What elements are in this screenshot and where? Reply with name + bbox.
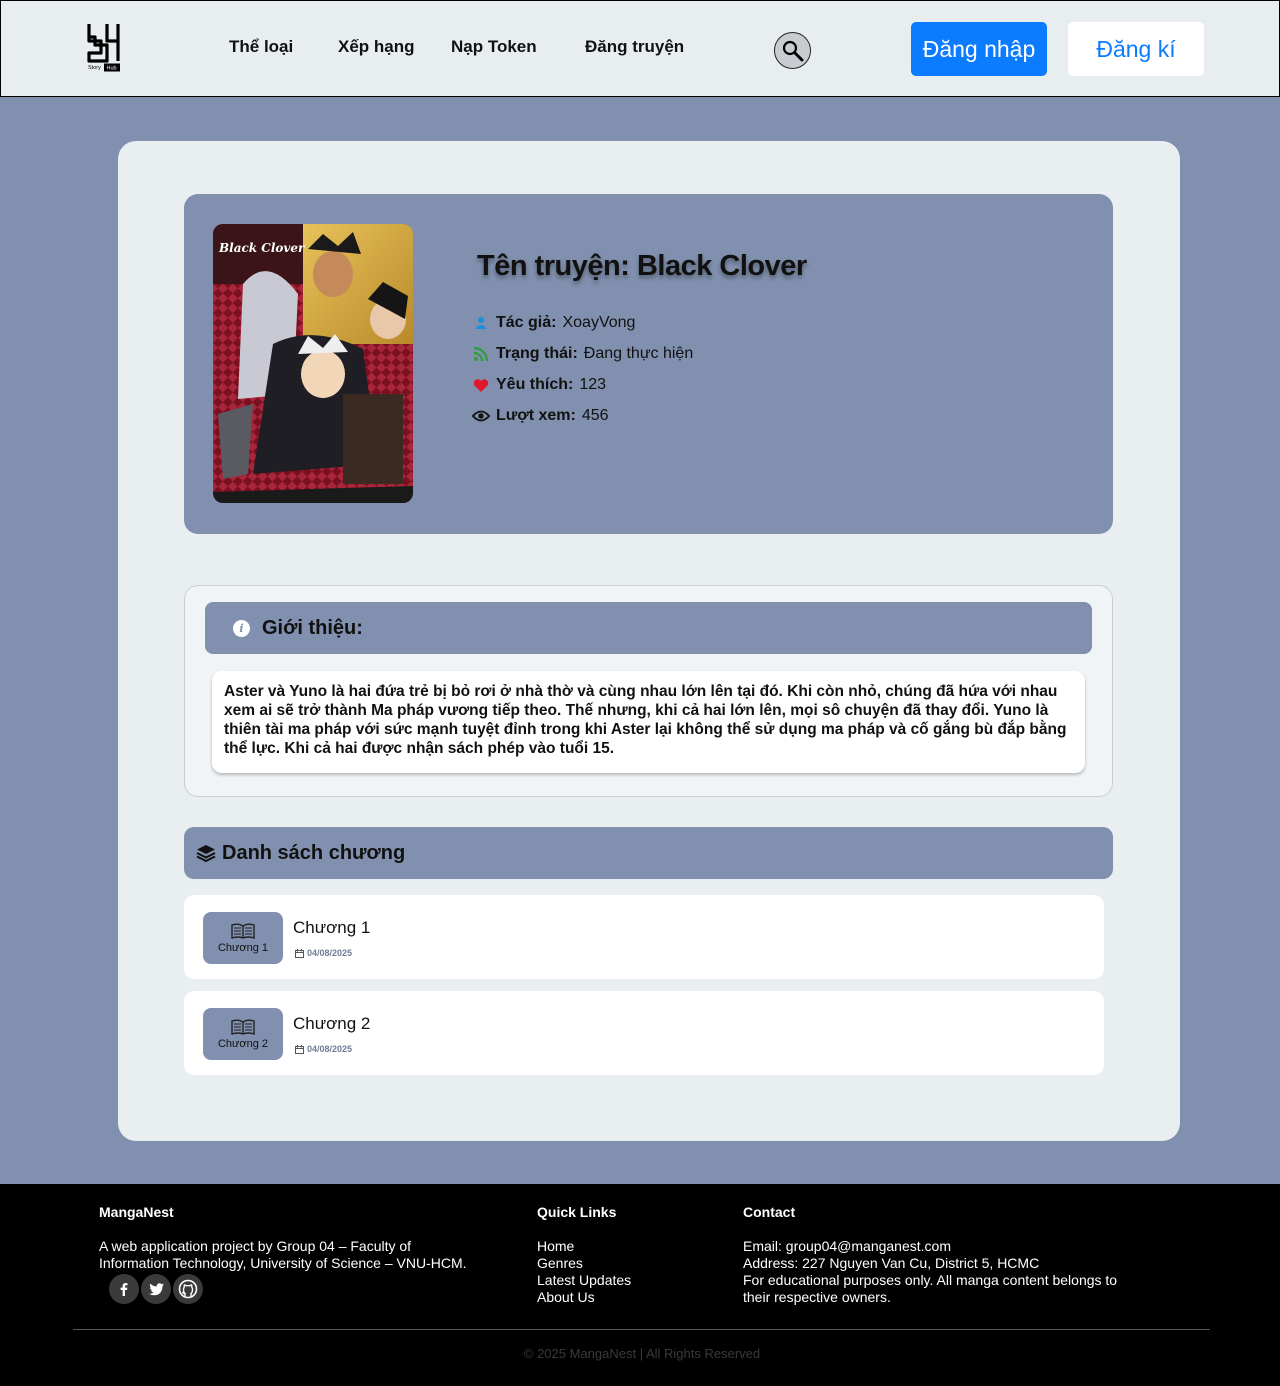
site-footer: MangaNest A web application project by G… bbox=[0, 1184, 1280, 1386]
register-button[interactable]: Đăng kí bbox=[1068, 22, 1204, 76]
footer-link-home[interactable]: Home bbox=[537, 1238, 631, 1255]
author-row: Tác giả: XoayVong bbox=[472, 314, 635, 332]
github-icon bbox=[178, 1279, 198, 1299]
footer-email[interactable]: Email: group04@manganest.com bbox=[743, 1238, 1117, 1255]
likes-row: Yêu thích: 123 bbox=[472, 376, 606, 394]
logo-text: Story bbox=[88, 65, 101, 71]
book-icon bbox=[231, 1019, 255, 1035]
calendar-icon bbox=[295, 1044, 304, 1054]
story-cover-image: Black Clover bbox=[213, 224, 413, 503]
chapter-item[interactable]: Chương 2 Chương 2 04/08/2025 bbox=[184, 991, 1104, 1075]
chapter-date: 04/08/2025 bbox=[295, 1044, 352, 1054]
cover-logo-text: Black Clover bbox=[218, 241, 306, 255]
intro-header: i Giới thiệu: bbox=[205, 602, 1092, 654]
footer-notice-line: their respective owners. bbox=[743, 1289, 891, 1305]
twitter-icon bbox=[148, 1282, 164, 1295]
intro-heading: Giới thiệu: bbox=[262, 616, 363, 639]
footer-link-latest-updates[interactable]: Latest Updates bbox=[537, 1272, 631, 1289]
facebook-link[interactable] bbox=[109, 1274, 139, 1304]
footer-description-line: Information Technology, University of Sc… bbox=[99, 1255, 467, 1271]
user-icon bbox=[472, 314, 490, 332]
footer-brand: MangaNest bbox=[99, 1204, 174, 1220]
heart-icon bbox=[472, 376, 490, 394]
nav-genres[interactable]: Thể loại bbox=[229, 37, 293, 57]
storyhub-logo-icon[interactable]: Story Hub bbox=[85, 21, 123, 73]
calendar-icon bbox=[295, 948, 304, 958]
footer-copyright: © 2025 MangaNest | All Rights Reserved bbox=[523, 1346, 761, 1361]
chapter-title[interactable]: Chương 1 bbox=[293, 918, 370, 938]
chapter-date-value: 04/08/2025 bbox=[307, 1044, 353, 1054]
rss-icon bbox=[472, 345, 490, 363]
likes-value: 123 bbox=[579, 376, 607, 393]
footer-link-genres[interactable]: Genres bbox=[537, 1255, 631, 1272]
nav-topup-token[interactable]: Nạp Token bbox=[451, 37, 537, 57]
author-label: Tác giả: bbox=[496, 314, 557, 331]
twitter-link[interactable] bbox=[141, 1274, 171, 1304]
footer-address: Address: 227 Nguyen Van Cu, District 5, … bbox=[743, 1255, 1040, 1271]
footer-description: A web application project by Group 04 – … bbox=[99, 1238, 467, 1272]
footer-contact: Email: group04@manganest.com Address: 22… bbox=[743, 1238, 1117, 1306]
footer-divider bbox=[73, 1329, 1210, 1330]
chapter-badge: Chương 2 bbox=[203, 1008, 283, 1060]
status-value: Đang thực hiện bbox=[583, 345, 694, 362]
views-row: Lượt xem: 456 bbox=[472, 407, 609, 425]
footer-contact-title: Contact bbox=[743, 1204, 796, 1220]
views-label: Lượt xem: bbox=[496, 407, 576, 424]
story-title: Tên truyện: Black Clover bbox=[477, 250, 807, 282]
footer-link-about-us[interactable]: About Us bbox=[537, 1289, 631, 1306]
chapter-item[interactable]: Chương 1 Chương 1 04/08/2025 bbox=[184, 895, 1104, 979]
nav-ranking[interactable]: Xếp hạng bbox=[338, 37, 415, 57]
status-label: Trạng thái: bbox=[496, 345, 578, 362]
likes-label: Yêu thích: bbox=[496, 376, 574, 393]
footer-quick-links: Home Genres Latest Updates About Us bbox=[537, 1238, 631, 1306]
intro-text: Aster và Yuno là hai đứa trẻ bị bỏ rơi ở… bbox=[212, 671, 1085, 773]
author-value[interactable]: XoayVong bbox=[562, 314, 635, 332]
chapter-badge: Chương 1 bbox=[203, 912, 283, 964]
chapter-title[interactable]: Chương 2 bbox=[293, 1014, 370, 1034]
login-button[interactable]: Đăng nhập bbox=[911, 22, 1047, 76]
github-link[interactable] bbox=[173, 1274, 203, 1304]
eye-icon bbox=[472, 407, 490, 425]
search-button[interactable] bbox=[774, 32, 811, 69]
book-icon bbox=[231, 923, 255, 939]
top-header: Story Hub Thể loại Xếp hạng Nạp Token Đă… bbox=[0, 0, 1280, 97]
chapter-badge-label: Chương 2 bbox=[217, 1037, 269, 1050]
facebook-icon bbox=[120, 1283, 128, 1296]
chapter-list-heading: Danh sách chương bbox=[222, 841, 406, 864]
views-value: 456 bbox=[581, 407, 609, 424]
nav-upload-story[interactable]: Đăng truyện bbox=[585, 37, 684, 57]
search-icon bbox=[782, 40, 803, 61]
chapter-date: 04/08/2025 bbox=[295, 948, 352, 958]
logo-badge: Hub bbox=[107, 66, 117, 72]
footer-notice-line: For educational purposes only. All manga… bbox=[743, 1272, 1118, 1288]
footer-quick-links-title: Quick Links bbox=[537, 1204, 617, 1220]
chapter-date-value: 04/08/2025 bbox=[307, 948, 353, 958]
chapter-list-header: Danh sách chương bbox=[184, 827, 1113, 879]
chapter-badge-label: Chương 1 bbox=[217, 941, 269, 954]
layers-icon bbox=[196, 843, 216, 863]
status-row: Trạng thái: Đang thực hiện bbox=[472, 345, 693, 363]
info-icon: i bbox=[233, 619, 250, 637]
footer-description-line: A web application project by Group 04 – … bbox=[99, 1238, 412, 1254]
